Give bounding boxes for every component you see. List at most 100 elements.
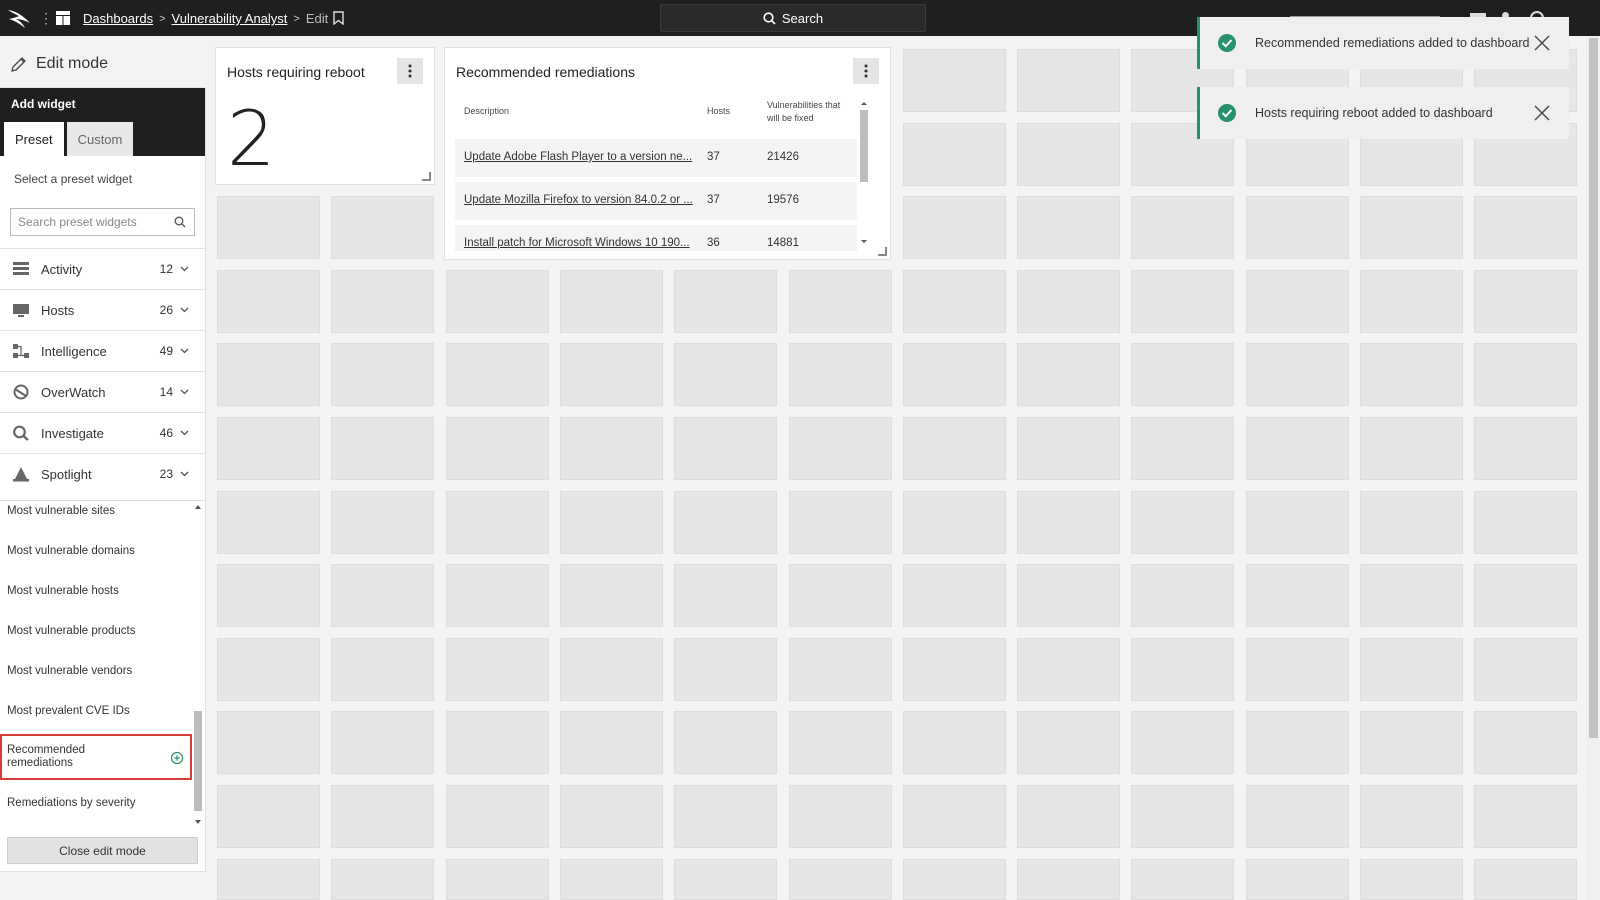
table-row[interactable]: Update Adobe Flash Player to a version n… <box>455 139 857 177</box>
category-hosts[interactable]: Hosts 26 <box>0 289 205 330</box>
grid-placeholder-cell <box>674 490 778 554</box>
list-scrollbar-thumb[interactable] <box>194 711 202 811</box>
list-item[interactable]: Most prevalent CVE IDs <box>0 691 192 731</box>
page-scrollbar[interactable] <box>1586 36 1600 900</box>
grid-placeholder-cell <box>902 122 1006 186</box>
grid-placeholder-cell <box>1017 196 1121 260</box>
column-description[interactable]: Description <box>464 106 509 116</box>
app-menu-icon[interactable]: ⋮ <box>39 9 53 27</box>
grid-placeholder-cell <box>1245 711 1349 775</box>
more-vertical-icon <box>408 64 412 78</box>
grid-placeholder-cell <box>1245 858 1349 900</box>
list-item-label: Recommended remediations <box>7 744 85 769</box>
grid-placeholder-cell <box>902 49 1006 112</box>
grid-placeholder-cell <box>1474 858 1578 900</box>
widget-title: Hosts requiring reboot <box>227 64 365 80</box>
widget-menu-button[interactable] <box>853 58 879 84</box>
breadcrumb-dashboards[interactable]: Dashboards <box>83 11 153 26</box>
grid-placeholder-cell <box>788 785 892 848</box>
category-count: 26 <box>159 303 173 317</box>
grid-placeholder-cell <box>445 490 549 554</box>
column-vulnerabilities[interactable]: Vulnerabilities that will be fixed <box>767 99 847 125</box>
list-item[interactable]: Most vulnerable products <box>0 611 192 651</box>
category-intelligence[interactable]: Intelligence 49 <box>0 330 205 371</box>
category-activity[interactable]: Activity 12 <box>0 248 205 289</box>
close-icon[interactable] <box>1534 35 1550 51</box>
table-row[interactable]: Update Mozilla Firefox to version 84.0.2… <box>455 182 857 220</box>
list-item-selected[interactable]: Recommended remediations <box>0 734 192 780</box>
grid-placeholder-cell <box>217 490 320 554</box>
grid-placeholder-cell <box>674 343 778 407</box>
grid-placeholder-cell <box>788 711 892 775</box>
grid-placeholder-cell <box>902 490 1006 554</box>
dashboard-grid-icon[interactable] <box>56 11 70 25</box>
search-label: Search <box>781 10 824 26</box>
grid-placeholder-cell <box>1360 564 1463 628</box>
breadcrumb-vulnerability-analyst[interactable]: Vulnerability Analyst <box>172 11 288 26</box>
list-item[interactable]: Most vulnerable domains <box>0 531 192 571</box>
resize-handle-icon[interactable] <box>878 247 887 256</box>
grid-placeholder-cell <box>902 196 1006 260</box>
remediation-link[interactable]: Install patch for Microsoft Windows 10 1… <box>464 237 690 249</box>
chevron-down-icon <box>180 471 189 477</box>
grid-placeholder-cell <box>902 343 1006 407</box>
global-search[interactable]: Search <box>660 4 926 32</box>
list-item[interactable]: Most vulnerable hosts <box>0 571 192 611</box>
grid-placeholder-cell <box>902 417 1006 480</box>
scroll-up-icon[interactable] <box>192 503 204 511</box>
tab-custom[interactable]: Custom <box>66 122 134 156</box>
widget-title: Recommended remediations <box>456 64 635 80</box>
edit-mode-header: Edit mode <box>10 55 108 73</box>
table-scrollbar-thumb[interactable] <box>860 110 868 182</box>
widget-recommended-remediations[interactable]: Recommended remediations Description Hos… <box>445 48 890 259</box>
list-item[interactable]: Remediations by severity <box>0 783 192 823</box>
resize-handle-icon[interactable] <box>422 172 431 181</box>
grid-placeholder-cell <box>1017 269 1121 333</box>
category-investigate[interactable]: Investigate 46 <box>0 412 205 453</box>
scroll-down-icon[interactable] <box>192 818 204 826</box>
grid-placeholder-cell <box>674 269 778 333</box>
grid-placeholder-cell <box>331 269 435 333</box>
grid-placeholder-cell <box>1474 564 1578 628</box>
widget-hosts-requiring-reboot[interactable]: Hosts requiring reboot 2 <box>216 48 434 184</box>
grid-placeholder-cell <box>445 858 549 900</box>
preset-search-input[interactable]: Search preset widgets <box>10 208 195 236</box>
category-overwatch[interactable]: OverWatch 14 <box>0 371 205 412</box>
grid-placeholder-cell <box>788 417 892 480</box>
grid-placeholder-cell <box>445 711 549 775</box>
remediation-link[interactable]: Update Mozilla Firefox to version 84.0.2… <box>464 194 693 206</box>
list-scrollbar[interactable] <box>192 501 204 828</box>
grid-placeholder-cell <box>902 711 1006 775</box>
table-scrollbar[interactable] <box>859 100 869 248</box>
scroll-up-icon[interactable] <box>859 100 869 107</box>
list-item[interactable]: Most vulnerable sites <box>0 501 192 531</box>
table-row[interactable]: Install patch for Microsoft Windows 10 1… <box>455 225 857 251</box>
chevron-down-icon <box>180 430 189 436</box>
widget-menu-button[interactable] <box>397 58 423 84</box>
grid-placeholder-cell <box>331 490 435 554</box>
grid-placeholder-cell <box>331 637 435 701</box>
grid-placeholder-cell <box>445 417 549 480</box>
grid-placeholder-cell <box>217 417 320 480</box>
page-scrollbar-thumb[interactable] <box>1589 38 1598 738</box>
grid-placeholder-cell <box>1360 637 1463 701</box>
close-edit-mode-button[interactable]: Close edit mode <box>7 837 198 864</box>
grid-placeholder-cell <box>788 564 892 628</box>
falcon-logo-icon[interactable] <box>6 7 34 29</box>
column-hosts[interactable]: Hosts <box>707 106 730 116</box>
category-spotlight[interactable]: Spotlight 23 <box>0 453 205 494</box>
remediation-link[interactable]: Update Adobe Flash Player to a version n… <box>464 151 692 163</box>
list-item[interactable]: Most vulnerable vendors <box>0 651 192 691</box>
tab-preset[interactable]: Preset <box>4 122 64 156</box>
category-label: Investigate <box>41 425 104 441</box>
table-header: Description Hosts Vulnerabilities that w… <box>455 98 857 138</box>
grid-placeholder-cell <box>788 490 892 554</box>
add-circle-icon[interactable] <box>170 751 184 765</box>
grid-placeholder-cell <box>331 417 435 480</box>
close-icon[interactable] <box>1534 105 1550 121</box>
bookmark-icon[interactable] <box>333 11 344 25</box>
vulns-cell: 14881 <box>767 237 799 249</box>
widget-tabs: Preset Custom <box>0 118 205 156</box>
category-label: Intelligence <box>41 343 107 359</box>
scroll-down-icon[interactable] <box>859 238 869 245</box>
